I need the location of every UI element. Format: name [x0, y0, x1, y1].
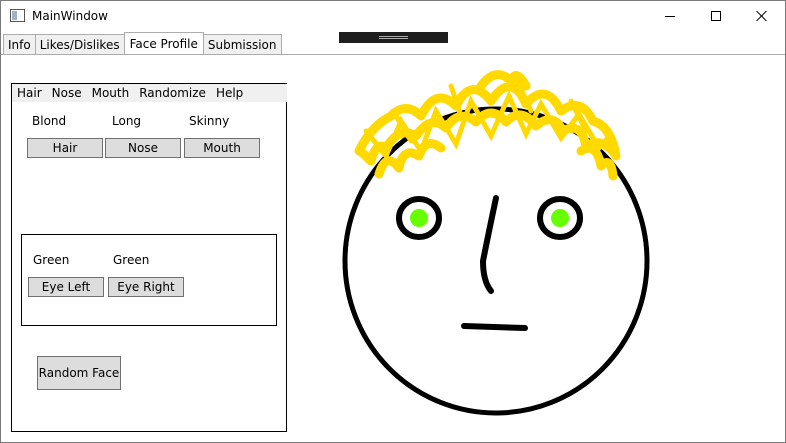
- eye-right-value-label: Green: [113, 253, 150, 267]
- menu-nose[interactable]: Nose: [47, 86, 87, 100]
- window-title: MainWindow: [32, 9, 108, 23]
- app-window-icon: [10, 9, 25, 22]
- mouth-value-label: Skinny: [189, 114, 230, 128]
- tab-strip: Info Likes/Dislikes Face Profile Submiss…: [3, 32, 282, 54]
- tab-divider: [1, 54, 785, 55]
- face-canvas: [342, 70, 650, 416]
- menu-mouth[interactable]: Mouth: [87, 86, 135, 100]
- menu-randomize[interactable]: Randomize: [134, 86, 211, 100]
- eye-left-value-label: Green: [33, 253, 70, 267]
- eye-left-button[interactable]: Eye Left: [28, 277, 104, 297]
- menu-help[interactable]: Help: [211, 86, 248, 100]
- mouth: [461, 323, 528, 331]
- debug-toolbar[interactable]: [339, 32, 448, 43]
- hair-value-label: Blond: [32, 114, 67, 128]
- left-eye-pupil: [410, 209, 428, 227]
- nose-value-label: Long: [112, 114, 142, 128]
- main-window: MainWindow Info Likes/Dislikes Face Prof…: [0, 0, 786, 443]
- nose: [479, 195, 499, 294]
- maximize-icon: [711, 11, 721, 21]
- close-icon: [756, 10, 768, 22]
- tab-face-profile[interactable]: Face Profile: [123, 32, 204, 54]
- menu-hair[interactable]: Hair: [12, 86, 47, 100]
- grip-icon: [379, 36, 408, 39]
- menu-bar: Hair Nose Mouth Randomize Help: [12, 84, 287, 102]
- eye-group-box: Green Green Eye Left Eye Right: [21, 234, 277, 326]
- minimize-icon: [665, 15, 675, 17]
- eye-right-button[interactable]: Eye Right: [108, 277, 184, 297]
- maximize-button[interactable]: [693, 1, 739, 31]
- hair-button[interactable]: Hair: [27, 138, 103, 158]
- close-button[interactable]: [739, 1, 785, 31]
- mouth-button[interactable]: Mouth: [184, 138, 260, 158]
- tab-info[interactable]: Info: [3, 34, 36, 54]
- minimize-button[interactable]: [647, 1, 693, 31]
- face-controls-panel: Hair Nose Mouth Randomize Help Blond Lon…: [11, 83, 287, 432]
- tab-likes-dislikes[interactable]: Likes/Dislikes: [34, 34, 125, 54]
- random-face-button[interactable]: Random Face: [37, 356, 121, 390]
- right-eye-pupil: [551, 209, 569, 227]
- tab-submission[interactable]: Submission: [202, 34, 282, 54]
- nose-button[interactable]: Nose: [105, 138, 181, 158]
- title-bar[interactable]: MainWindow: [1, 1, 785, 32]
